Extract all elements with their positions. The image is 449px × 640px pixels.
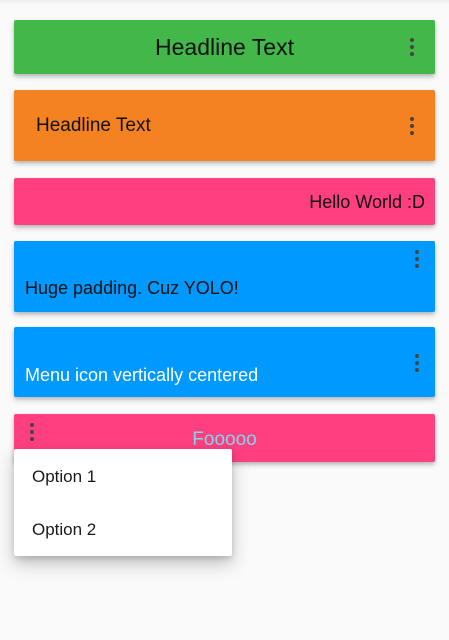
toolbar-title: Huge padding. Cuz YOLO! bbox=[25, 278, 239, 298]
toolbar-title: Headline Text bbox=[36, 115, 151, 136]
menu-item-option-2[interactable]: Option 2 bbox=[14, 503, 232, 556]
more-vert-icon[interactable] bbox=[409, 38, 415, 56]
toolbar-orange: Headline Text bbox=[14, 90, 435, 161]
menu-item-option-1[interactable]: Option 1 bbox=[14, 450, 232, 503]
more-vert-icon[interactable] bbox=[409, 117, 415, 135]
toolbar-pink: Hello World :D bbox=[14, 178, 435, 225]
toolbar-title: Menu icon vertically centered bbox=[25, 365, 259, 385]
popup-menu: Option 1 Option 2 bbox=[14, 449, 232, 556]
toolbar-title: Fooooo bbox=[192, 429, 257, 450]
more-vert-icon[interactable] bbox=[414, 354, 420, 372]
more-vert-icon[interactable] bbox=[414, 250, 420, 268]
more-vert-icon[interactable] bbox=[29, 423, 35, 441]
toolbar-blue-huge-padding: Huge padding. Cuz YOLO! bbox=[14, 241, 435, 312]
toolbar-blue-centered-menu: Menu icon vertically centered bbox=[14, 327, 435, 397]
status-bar-shadow bbox=[0, 0, 449, 4]
toolbar-title: Hello World :D bbox=[309, 192, 425, 212]
toolbar-green: Headline Text bbox=[14, 20, 435, 74]
toolbar-title: Headline Text bbox=[155, 34, 294, 60]
